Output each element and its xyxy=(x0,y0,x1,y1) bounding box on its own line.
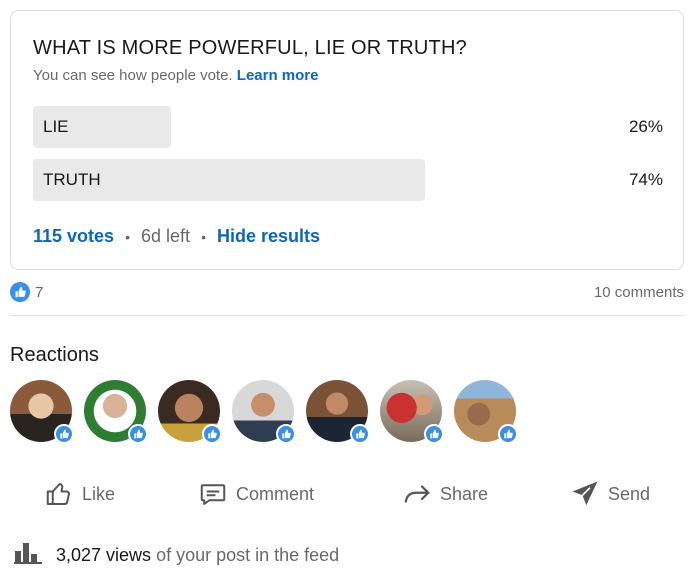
learn-more-link[interactable]: Learn more xyxy=(237,67,319,84)
reactor-avatar[interactable] xyxy=(380,380,444,444)
poll-option-lie: LIE 26% xyxy=(33,106,663,148)
poll-card: WHAT IS MORE POWERFUL, LIE OR TRUTH? You… xyxy=(10,10,684,270)
poll-option-label: TRUTH xyxy=(43,170,101,189)
reactor-avatar[interactable] xyxy=(158,380,222,444)
thumbs-up-icon xyxy=(276,424,296,444)
votes-link[interactable]: 115 votes xyxy=(33,226,114,246)
comment-icon xyxy=(198,479,228,509)
separator-dot: • xyxy=(201,229,206,245)
send-button[interactable]: Send xyxy=(570,472,650,516)
like-count[interactable]: 7 xyxy=(35,284,43,301)
like-button[interactable]: Like xyxy=(44,472,115,516)
poll-question: WHAT IS MORE POWERFUL, LIE OR TRUTH? xyxy=(33,37,467,59)
comment-label: Comment xyxy=(236,483,315,504)
poll-subtitle: You can see how people vote. Learn more xyxy=(33,67,318,84)
comments-count[interactable]: 10 comments xyxy=(594,284,684,301)
reactor-avatar[interactable] xyxy=(306,380,370,444)
share-label: Share xyxy=(440,483,489,504)
send-label: Send xyxy=(608,483,651,504)
comment-button[interactable]: Comment xyxy=(198,472,314,516)
time-left: 6d left xyxy=(141,226,191,246)
thumbs-up-icon xyxy=(498,424,518,444)
bar-chart-icon xyxy=(14,542,42,569)
poll-option-truth: TRUTH 74% xyxy=(33,159,663,201)
poll-option-percent: 26% xyxy=(628,117,663,136)
reactor-avatar[interactable] xyxy=(454,380,518,444)
separator-dot: • xyxy=(125,229,130,245)
thumbs-up-icon xyxy=(202,424,222,444)
reactions-title: Reactions xyxy=(10,344,99,366)
share-button[interactable]: Share xyxy=(402,472,488,516)
poll-option-label: LIE xyxy=(43,117,69,136)
thumbs-up-icon xyxy=(54,424,74,444)
post-actions: Like Comment Share Send xyxy=(0,472,700,516)
social-counts: 7 10 comments xyxy=(10,282,684,304)
thumbs-up-icon xyxy=(350,424,370,444)
thumbs-up-icon xyxy=(424,424,444,444)
thumbs-up-icon[interactable] xyxy=(10,282,30,302)
share-icon xyxy=(402,479,432,509)
reactor-avatar[interactable] xyxy=(84,380,148,444)
poll-footer: 115 votes • 6d left • Hide results xyxy=(33,226,320,247)
views-description: of your post in the feed xyxy=(156,544,340,565)
thumbs-up-icon xyxy=(44,479,74,509)
poll-subtitle-text: You can see how people vote. xyxy=(33,67,233,84)
divider xyxy=(10,315,684,316)
hide-results-link[interactable]: Hide results xyxy=(217,226,320,246)
poll-option-percent: 74% xyxy=(628,170,663,189)
views-count: 3,027 views xyxy=(56,544,152,565)
thumbs-up-icon xyxy=(128,424,148,444)
send-icon xyxy=(570,479,600,509)
reactor-avatar[interactable] xyxy=(10,380,74,444)
post-analytics[interactable]: 3,027 views of your post in the feed xyxy=(14,542,339,568)
like-label: Like xyxy=(82,483,116,504)
reactor-avatar[interactable] xyxy=(232,380,296,444)
